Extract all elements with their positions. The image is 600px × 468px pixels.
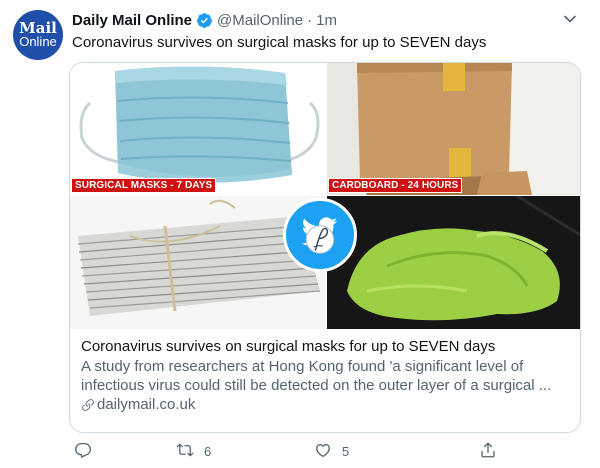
like-count: 5 xyxy=(342,443,350,459)
card-description-line2: infectious virus could still be detected… xyxy=(81,377,552,394)
twitter-bird-icon xyxy=(283,198,357,272)
separator-dot: · xyxy=(307,11,313,29)
avatar-line2: Online xyxy=(19,34,57,49)
cardboard-box-image xyxy=(327,63,580,195)
timestamp[interactable]: 1m xyxy=(316,12,337,29)
surgical-mask-image xyxy=(70,63,326,195)
share-button[interactable] xyxy=(479,438,497,464)
retweet-count: 6 xyxy=(204,443,212,459)
card-description-line1: A study from researchers at Hong Kong fo… xyxy=(81,358,524,375)
verified-badge-icon xyxy=(196,12,213,29)
handle[interactable]: @MailOnline xyxy=(217,12,303,29)
tweet-actions: 6 5 xyxy=(64,438,504,464)
link-card[interactable]: SURGICAL MASKS - 7 DAYS CARDBOARD - 24 H… xyxy=(69,62,581,433)
reply-icon xyxy=(74,441,92,462)
avatar[interactable]: Mail Online xyxy=(13,10,63,60)
card-title[interactable]: Coronavirus survives on surgical masks f… xyxy=(81,337,570,357)
retweet-button[interactable]: 6 xyxy=(176,438,211,464)
card-domain: dailymail.co.uk xyxy=(97,396,196,413)
card-image-collage[interactable]: SURGICAL MASKS - 7 DAYS CARDBOARD - 24 H… xyxy=(70,63,580,329)
tweet-text: Coronavirus survives on surgical masks f… xyxy=(72,34,487,51)
masks-label: SURGICAL MASKS - 7 DAYS xyxy=(71,178,217,193)
card-domain-row[interactable]: dailymail.co.uk xyxy=(81,395,570,415)
card-body[interactable]: Coronavirus survives on surgical masks f… xyxy=(70,329,580,415)
retweet-icon xyxy=(176,441,194,462)
link-icon xyxy=(81,398,95,412)
tweet-header: Daily Mail Online @MailOnline · 1m xyxy=(72,10,337,30)
caret-down-icon[interactable] xyxy=(562,11,578,27)
like-button[interactable]: 5 xyxy=(314,438,349,464)
share-icon xyxy=(479,441,497,462)
display-name[interactable]: Daily Mail Online xyxy=(72,12,192,29)
cardboard-label: CARDBOARD - 24 HOURS xyxy=(328,178,463,193)
avatar-line1: Mail xyxy=(19,19,57,37)
like-icon xyxy=(314,441,332,462)
reply-button[interactable] xyxy=(74,438,102,464)
cloth-image xyxy=(327,196,580,329)
